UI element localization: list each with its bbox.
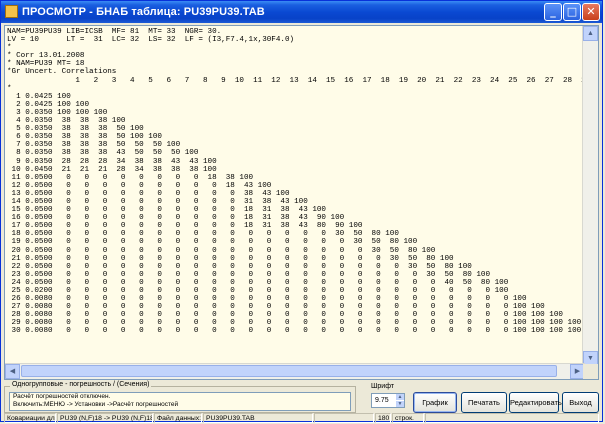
minimize-icon[interactable]: _ <box>544 3 562 21</box>
text-line: NAM=PU39PU39 LIB=ICSB MF= 81 MT= 33 NGR=… <box>7 28 222 36</box>
text-line: * Corr 13.01.2008 <box>7 52 85 61</box>
text-line: 12 0.0500 0 0 0 0 0 0 0 0 0 18 43 100 <box>11 181 272 190</box>
spin-down-icon[interactable]: ▼ <box>396 401 404 407</box>
covariance-label: Ковариации для: <box>4 413 56 423</box>
font-size-value: 9.75 <box>375 397 389 404</box>
text-line: 11 0.0500 0 0 0 0 0 0 0 0 18 38 100 <box>11 173 254 182</box>
font-label: Шрифт <box>371 383 395 390</box>
text-line: 26 0.0080 0 0 0 0 0 0 0 0 0 0 0 0 0 0 0 … <box>11 295 527 304</box>
print-button[interactable]: Печатать <box>461 392 507 413</box>
empty-status-field <box>314 413 374 423</box>
table-text: NAM=PU39PU39 LIB=ICSB MF= 81 MT= 33 NGR=… <box>7 28 598 336</box>
vertical-scrollbar[interactable]: ▲ ▼ <box>582 26 598 366</box>
edit-button[interactable]: Редактировать <box>509 392 562 413</box>
bottom-panel: Одногрупповые - погрешность / (Сечения) … <box>4 381 599 413</box>
app-icon <box>5 5 18 18</box>
text-line: 1 0.0425 100 <box>16 92 71 101</box>
group-title: Одногрупповые - погрешность / (Сечения) <box>10 381 152 388</box>
text-line: 17 0.0500 0 0 0 0 0 0 0 0 0 0 18 31 38 4… <box>11 222 363 231</box>
text-line: 28 0.0080 0 0 0 0 0 0 0 0 0 0 0 0 0 0 0 … <box>11 311 563 320</box>
text-line: 29 0.0080 0 0 0 0 0 0 0 0 0 0 0 0 0 0 0 … <box>11 319 582 328</box>
close-icon[interactable]: ✕ <box>582 3 600 21</box>
memo-line-1: Расчёт погрешностей отключен. <box>13 393 111 400</box>
text-line: 15 0.0500 0 0 0 0 0 0 0 0 0 0 18 31 38 4… <box>11 206 326 215</box>
covariance-value: PU39 (N,F)18 -> PU39 (N,F)18 <box>57 413 153 423</box>
status-bar: Ковариации для: PU39 (N,F)18 -> PU39 (N,… <box>4 413 601 423</box>
file-label: Файл данных: <box>154 413 202 423</box>
text-line: 10 0.0450 21 21 21 28 34 38 38 38 100 <box>11 165 217 174</box>
text-line: 30 0.0080 0 0 0 0 0 0 0 0 0 0 0 0 0 0 0 … <box>11 327 598 336</box>
spin-up-icon[interactable]: ▲ <box>396 394 404 400</box>
text-line: 9 0.0350 28 28 28 34 38 38 43 43 100 <box>16 157 217 166</box>
text-line: *Gr Uncert. Correlations <box>7 68 117 77</box>
table-viewer[interactable]: NAM=PU39PU39 LIB=ICSB MF= 81 MT= 33 NGR=… <box>4 25 599 380</box>
text-line: * NAM=PU39 MT= 18 <box>7 60 85 69</box>
lines-label: строк. <box>392 413 424 423</box>
text-line: 8 0.0350 38 38 38 43 50 50 50 100 <box>16 149 199 158</box>
font-size-spinner[interactable]: 9.75 ▲ ▼ <box>371 393 405 408</box>
horizontal-scroll-thumb[interactable] <box>21 365 557 377</box>
text-line: 16 0.0500 0 0 0 0 0 0 0 0 0 0 18 31 38 4… <box>11 214 345 223</box>
text-line: 4 0.0350 38 38 38 100 <box>16 117 126 126</box>
text-line: 13 0.0500 0 0 0 0 0 0 0 0 0 0 38 43 100 <box>11 189 290 198</box>
text-line: * <box>7 44 12 53</box>
maximize-icon[interactable]: □ <box>563 3 581 21</box>
text-line: 1 2 3 4 5 6 7 8 9 10 11 12 13 14 15 16 1… <box>75 76 590 85</box>
line-count: 180 <box>375 413 391 423</box>
text-line: 22 0.0500 0 0 0 0 0 0 0 0 0 0 0 0 0 0 0 … <box>11 262 472 271</box>
text-line: 25 0.0200 0 0 0 0 0 0 0 0 0 0 0 0 0 0 0 … <box>11 287 509 295</box>
text-line: 7 0.0350 38 38 38 50 50 50 100 <box>16 141 181 150</box>
text-line: 21 0.0500 0 0 0 0 0 0 0 0 0 0 0 0 0 0 0 … <box>11 254 454 263</box>
text-line: LV = 10 LT = 31 LC= 32 LS= 32 LF = (I3,F… <box>7 36 295 45</box>
text-line: 6 0.0350 38 38 38 50 100 100 <box>16 133 162 142</box>
text-line: 27 0.0080 0 0 0 0 0 0 0 0 0 0 0 0 0 0 0 … <box>11 303 545 312</box>
error-memo[interactable]: Расчёт погрешностей отключен. Включить:М… <box>9 392 351 411</box>
window-title: ПРОСМОТР - БНАБ таблица: PU39PU39.TAB <box>22 6 265 18</box>
error-group: Одногрупповые - погрешность / (Сечения) … <box>4 381 356 413</box>
text-line: * <box>7 84 12 93</box>
scroll-up-icon[interactable]: ▲ <box>583 26 598 41</box>
title-bar[interactable]: ПРОСМОТР - БНАБ таблица: PU39PU39.TAB _ … <box>1 1 602 23</box>
memo-line-2: Включить:МЕНЮ -> Установки ->Расчёт погр… <box>13 401 179 408</box>
exit-button[interactable]: Выход <box>562 392 599 413</box>
text-line: 3 0.0350 100 100 100 <box>16 108 108 117</box>
text-line: 14 0.0500 0 0 0 0 0 0 0 0 0 0 31 38 43 1… <box>11 197 308 206</box>
scroll-corner <box>583 364 598 379</box>
text-line: 23 0.0500 0 0 0 0 0 0 0 0 0 0 0 0 0 0 0 … <box>11 270 491 279</box>
scroll-left-icon[interactable]: ◀ <box>5 364 20 379</box>
text-line: 5 0.0350 38 38 38 50 100 <box>16 125 144 134</box>
empty-status-field-2 <box>425 413 599 423</box>
text-line: 19 0.0500 0 0 0 0 0 0 0 0 0 0 0 0 0 0 0 … <box>11 238 418 247</box>
file-value: PU39PU39.TAB <box>203 413 313 423</box>
horizontal-scrollbar[interactable]: ◀ ▶ <box>5 363 585 379</box>
text-line: 2 0.0425 100 100 <box>16 100 90 109</box>
text-line: 18 0.0500 0 0 0 0 0 0 0 0 0 0 0 0 0 0 0 … <box>11 230 399 239</box>
text-line: 24 0.0500 0 0 0 0 0 0 0 0 0 0 0 0 0 0 0 … <box>11 278 509 287</box>
text-line: 20 0.0500 0 0 0 0 0 0 0 0 0 0 0 0 0 0 0 … <box>11 246 436 255</box>
main-window: ПРОСМОТР - БНАБ таблица: PU39PU39.TAB _ … <box>0 0 603 423</box>
graph-button[interactable]: График <box>413 392 457 413</box>
